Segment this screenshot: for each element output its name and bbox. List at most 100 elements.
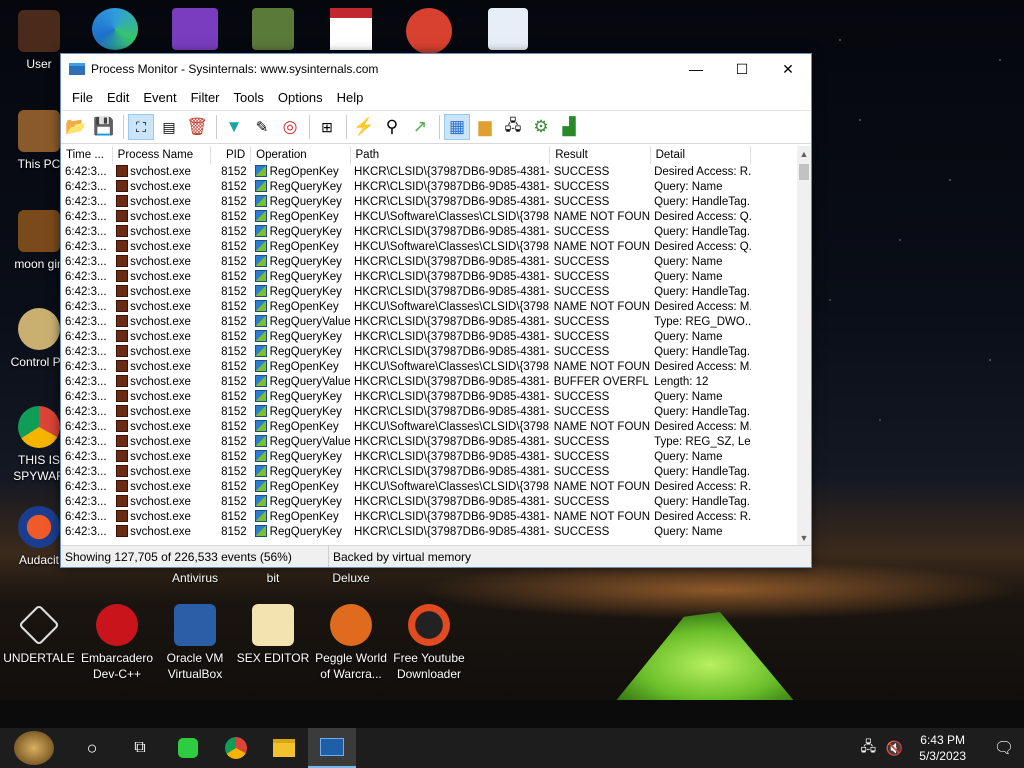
process-monitor-taskbar-icon[interactable]	[308, 728, 356, 768]
filter-icon[interactable]: ▼	[221, 114, 247, 140]
table-row[interactable]: 6:42:3... svchost.exe 8152 RegQueryKey HKCR\…	[61, 284, 751, 299]
cell-text: NAME NOT FOUND	[553, 510, 651, 523]
highlight-edit-icon[interactable]: ✎	[249, 114, 275, 140]
capture-icon[interactable]: ⛶	[128, 114, 154, 140]
desktop-icon-youtube-downloader[interactable]: Free Youtube Downloader	[390, 604, 468, 682]
file-explorer-taskbar-icon[interactable]	[260, 728, 308, 768]
column-header-operation[interactable]: Operation	[250, 146, 351, 164]
task-view-icon[interactable]: ⧉	[116, 728, 164, 768]
table-row[interactable]: 6:42:3... svchost.exe 8152 RegQueryKey HKCR\…	[61, 494, 751, 509]
menu-edit[interactable]: Edit	[100, 90, 136, 105]
table-row[interactable]: 6:42:3... svchost.exe 8152 RegQueryValue HKC…	[61, 374, 751, 389]
scrollbar-thumb[interactable]	[799, 164, 809, 180]
system-tray: 🖧 🔇 6:43 PM 5/3/2023 🗨	[855, 728, 1024, 768]
column-header-process-name[interactable]: Process Name	[112, 146, 212, 164]
table-row[interactable]: 6:42:3... svchost.exe 8152 RegQueryKey HKCR\…	[61, 224, 751, 239]
maximize-button[interactable]: ☐	[719, 54, 765, 84]
table-row[interactable]: 6:42:3... svchost.exe 8152 RegQueryKey HKCR\…	[61, 449, 751, 464]
desktop-label-deluxe[interactable]: Deluxe	[312, 570, 390, 586]
table-row[interactable]: 6:42:3... svchost.exe 8152 RegQueryKey HKCR\…	[61, 404, 751, 419]
table-row[interactable]: 6:42:3... svchost.exe 8152 RegOpenKey HKCR\C…	[61, 164, 751, 179]
event-list[interactable]: Time ... Process Name PID Operation Path…	[61, 146, 799, 546]
menu-tools[interactable]: Tools	[227, 90, 271, 105]
network-icon[interactable]: 🖧	[855, 728, 881, 768]
profiling-events-icon[interactable]: ▟	[556, 114, 582, 140]
save-icon[interactable]: 💾	[91, 114, 117, 140]
close-button[interactable]: ✕	[765, 54, 811, 84]
edge-desktop-icon[interactable]	[92, 8, 138, 50]
table-row[interactable]: 6:42:3... svchost.exe 8152 RegOpenKey HKCU\S…	[61, 479, 751, 494]
table-row[interactable]: 6:42:3... svchost.exe 8152 RegQueryKey HKCR\…	[61, 524, 751, 539]
cortana-circle-icon[interactable]: ○	[68, 728, 116, 768]
column-header-time[interactable]: Time ...	[61, 146, 113, 164]
table-row[interactable]: 6:42:3... svchost.exe 8152 RegQueryKey HKCR\…	[61, 389, 751, 404]
minimize-button[interactable]: —	[673, 54, 719, 84]
column-header-pid[interactable]: PID	[210, 146, 252, 164]
process-tree-icon[interactable]: ⊞	[314, 114, 340, 140]
menu-file[interactable]: File	[65, 90, 100, 105]
process-thread-activity-icon[interactable]: ⚙	[528, 114, 554, 140]
table-row[interactable]: 6:42:3... svchost.exe 8152 RegQueryKey HKCR\…	[61, 179, 751, 194]
target-icon[interactable]: ◎	[277, 114, 303, 140]
scroll-down-arrow-icon[interactable]: ▼	[797, 530, 811, 546]
open-folder-icon[interactable]: 📂	[63, 114, 89, 140]
table-row[interactable]: 6:42:3... svchost.exe 8152 RegQueryKey HKCR\…	[61, 269, 751, 284]
filesystem-activity-icon[interactable]: ▆	[472, 114, 498, 140]
chrome-taskbar-icon[interactable]	[212, 728, 260, 768]
column-header-result[interactable]: Result	[549, 146, 651, 164]
table-row[interactable]: 6:42:3... svchost.exe 8152 RegQueryValue HKC…	[61, 314, 751, 329]
cell-text: svchost.exe	[130, 301, 191, 313]
cell-detail: Type: REG_DWO...	[650, 314, 750, 329]
desktop-icon-sex-editor[interactable]: SEX EDITOR	[234, 604, 312, 666]
cell-text: svchost.exe	[130, 226, 191, 238]
table-row[interactable]: 6:42:3... svchost.exe 8152 RegQueryKey HKCR\…	[61, 344, 751, 359]
desktop-label-antivirus[interactable]: Antivirus	[156, 570, 234, 586]
jump-arrow-icon[interactable]: ↗	[407, 114, 433, 140]
desktop-icon-peggle-wow[interactable]: Peggle World of Warcra...	[312, 604, 390, 682]
desktop-icon-devcpp[interactable]: Embarcadero Dev-C++	[78, 604, 156, 682]
minecraft-desktop-icon[interactable]	[252, 8, 294, 50]
menu-event[interactable]: Event	[136, 90, 183, 105]
cell-pid: 8152	[211, 434, 251, 449]
menu-filter[interactable]: Filter	[184, 90, 227, 105]
desktop-icon-virtualbox[interactable]: Oracle VM VirtualBox	[156, 604, 234, 682]
table-row[interactable]: 6:42:3... svchost.exe 8152 RegOpenKey HKCU\S…	[61, 239, 751, 254]
notification-icon[interactable]: 🗨	[984, 728, 1024, 768]
table-row[interactable]: 6:42:3... svchost.exe 8152 RegOpenKey HKCU\S…	[61, 299, 751, 314]
mcafee-desktop-icon[interactable]	[488, 8, 528, 50]
menu-options[interactable]: Options	[271, 90, 330, 105]
peggle-desktop-icon[interactable]	[406, 8, 452, 54]
column-header-path[interactable]: Path	[350, 146, 551, 164]
process-monitor-window[interactable]: Process Monitor - Sysinternals: www.sysi…	[60, 53, 812, 568]
clear-delete-icon[interactable]: 🗑	[184, 114, 210, 140]
table-row[interactable]: 6:42:3... svchost.exe 8152 RegQueryKey HKCR\…	[61, 329, 751, 344]
registry-activity-icon[interactable]: ▦	[444, 114, 470, 140]
scroll-up-arrow-icon[interactable]: ▲	[797, 146, 811, 162]
table-row[interactable]: 6:42:3... svchost.exe 8152 RegQueryValue HKC…	[61, 434, 751, 449]
cell-detail: Desired Access: Q...	[650, 239, 750, 254]
lightning-icon[interactable]: ⚡	[351, 114, 377, 140]
table-row[interactable]: 6:42:3... svchost.exe 8152 RegOpenKey HKCU\S…	[61, 209, 751, 224]
network-activity-icon[interactable]: 🖧	[500, 114, 526, 140]
table-row[interactable]: 6:42:3... svchost.exe 8152 RegQueryKey HKCR\…	[61, 194, 751, 209]
swf-desktop-icon[interactable]	[330, 8, 372, 50]
autoscroll-icon[interactable]: ▤	[156, 114, 182, 140]
clock[interactable]: 6:43 PM 5/3/2023	[919, 732, 966, 764]
desktop-label-bit[interactable]: bit	[234, 570, 312, 586]
vertical-scrollbar[interactable]: ▲ ▼	[797, 146, 811, 546]
find-magnifier-icon[interactable]: ⚲	[379, 114, 405, 140]
sheets-taskbar-icon[interactable]	[164, 728, 212, 768]
menu-help[interactable]: Help	[330, 90, 371, 105]
table-row[interactable]: 6:42:3... svchost.exe 8152 RegQueryKey HKCR\…	[61, 464, 751, 479]
visual-studio-desktop-icon[interactable]	[172, 8, 218, 50]
volume-muted-icon[interactable]: 🔇	[881, 728, 907, 768]
table-row[interactable]: 6:42:3... svchost.exe 8152 RegOpenKey HKCU\S…	[61, 359, 751, 374]
table-row[interactable]: 6:42:3... svchost.exe 8152 RegOpenKey HKCR\C…	[61, 509, 751, 524]
column-header-detail[interactable]: Detail	[650, 146, 752, 164]
start-button[interactable]	[0, 728, 68, 768]
table-row[interactable]: 6:42:3... svchost.exe 8152 RegQueryKey HKCR\…	[61, 254, 751, 269]
cell-result: SUCCESS	[550, 389, 650, 404]
title-bar[interactable]: Process Monitor - Sysinternals: www.sysi…	[61, 54, 811, 84]
table-row[interactable]: 6:42:3... svchost.exe 8152 RegOpenKey HKCU\S…	[61, 419, 751, 434]
desktop-icon-undertale[interactable]: UNDERTALE	[0, 604, 78, 666]
